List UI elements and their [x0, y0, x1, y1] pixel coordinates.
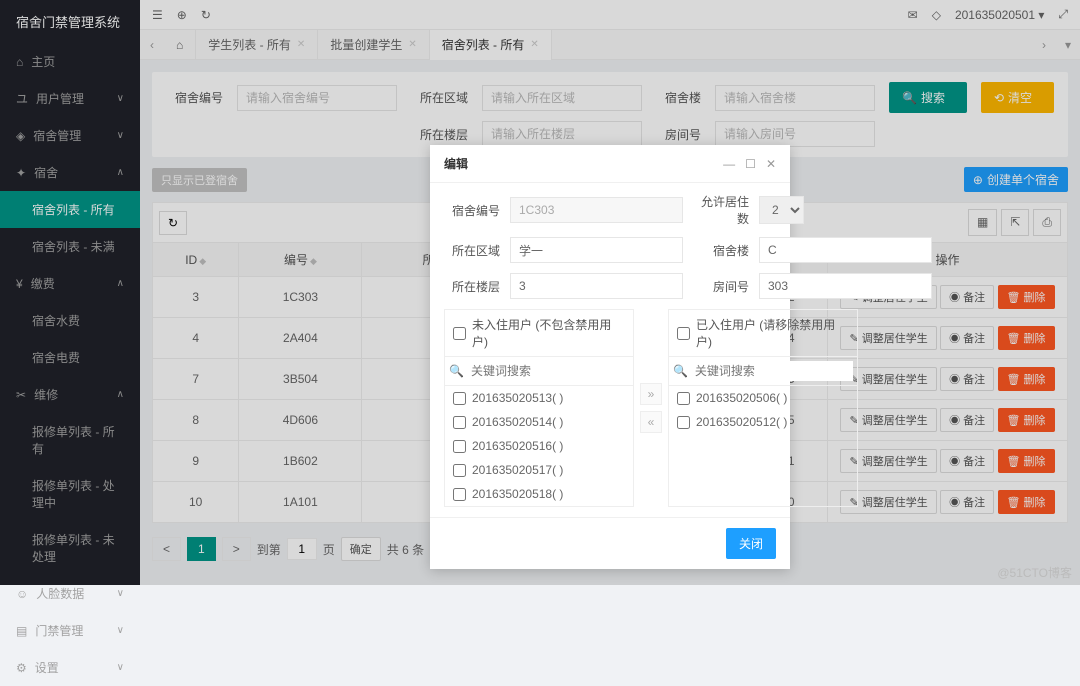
move-right-button[interactable]: » — [640, 383, 662, 405]
modal-capacity[interactable]: 2 — [759, 196, 804, 224]
menu-access[interactable]: ▤门禁管理∨ — [0, 612, 140, 649]
move-left-button[interactable]: « — [640, 411, 662, 433]
watermark: @51CTO博客 — [997, 564, 1072, 581]
chevron-down-icon: ∨ — [117, 625, 124, 636]
modal-title: 编辑 — [444, 155, 468, 172]
transfer-item[interactable]: 201635020506( ) — [669, 386, 857, 410]
modal-building[interactable] — [759, 237, 932, 263]
edit-modal: 编辑 — ☐ ✕ 宿舍编号 允许居住数2 所在区域 宿舍楼 所在楼层 房间号 未… — [430, 145, 790, 569]
transfer-item[interactable]: 201635020514( ) — [445, 410, 633, 434]
search-icon: 🔍 — [449, 364, 464, 378]
menu-settings[interactable]: ⚙设置∨ — [0, 649, 140, 686]
transfer: 未入住用户 (不包含禁用用户) 🔍 201635020513( ) 201635… — [444, 309, 776, 507]
transfer-right: 已入住用户 (请移除禁用用户) 🔍 201635020506( ) 201635… — [668, 309, 858, 507]
maximize-icon[interactable]: ☐ — [745, 157, 756, 171]
modal-room[interactable] — [759, 273, 932, 299]
modal-floor[interactable] — [510, 273, 683, 299]
gear-icon: ⚙ — [16, 661, 27, 675]
transfer-item[interactable]: 201635020518( ) — [445, 482, 633, 506]
search-icon: 🔍 — [673, 364, 688, 378]
right-select-all[interactable] — [677, 327, 690, 340]
modal-dorm-no — [510, 197, 683, 223]
door-icon: ▤ — [16, 624, 27, 638]
close-icon[interactable]: ✕ — [766, 157, 776, 171]
right-search[interactable] — [692, 361, 853, 381]
chevron-down-icon: ∨ — [117, 588, 124, 599]
transfer-left: 未入住用户 (不包含禁用用户) 🔍 201635020513( ) 201635… — [444, 309, 634, 507]
transfer-item[interactable]: 201635020512( ) — [669, 410, 857, 434]
minimize-icon[interactable]: — — [723, 157, 735, 171]
modal-close-button[interactable]: 关闭 — [726, 528, 776, 559]
transfer-item[interactable]: 201635020517( ) — [445, 458, 633, 482]
left-select-all[interactable] — [453, 327, 466, 340]
chevron-down-icon: ∨ — [117, 662, 124, 673]
transfer-item[interactable]: 201635020516( ) — [445, 434, 633, 458]
left-search[interactable] — [468, 361, 629, 381]
modal-area[interactable] — [510, 237, 683, 263]
transfer-item[interactable]: 201635020513( ) — [445, 386, 633, 410]
face-icon: ☺ — [16, 587, 28, 601]
